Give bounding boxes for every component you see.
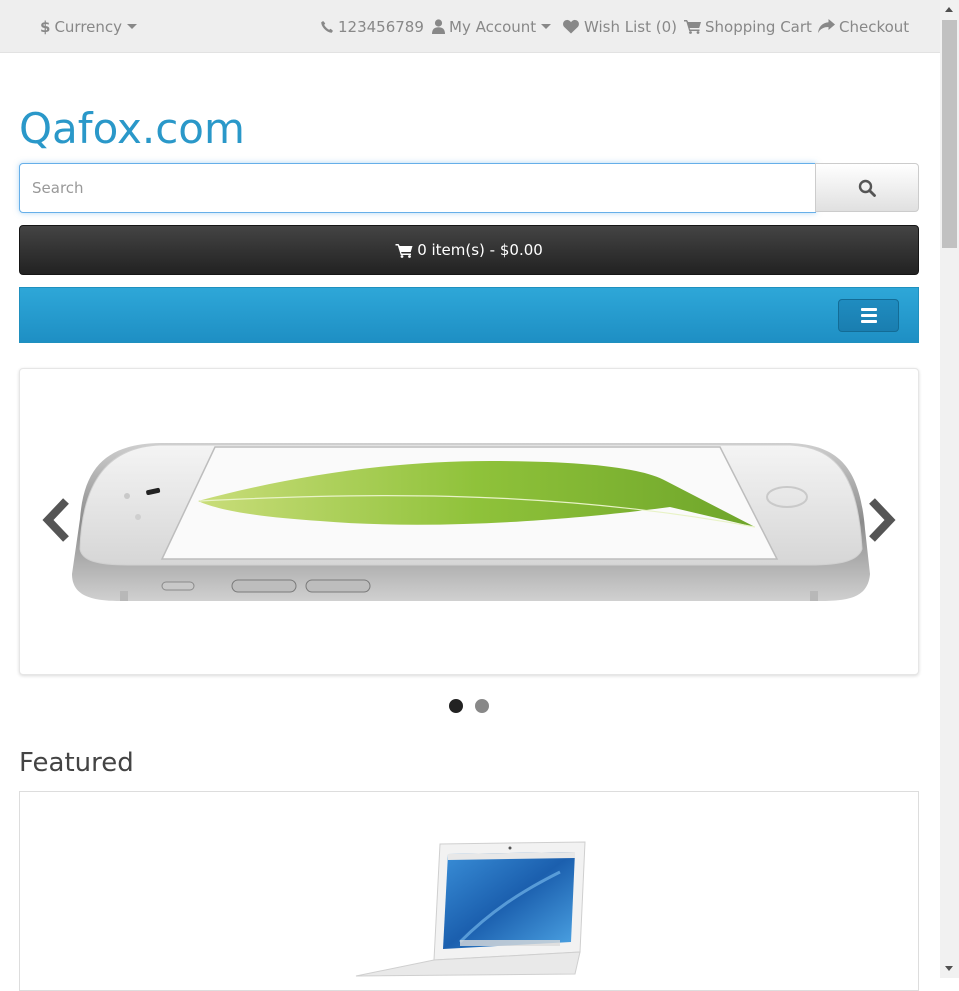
phone-number: 123456789	[338, 17, 424, 36]
chevron-left-icon[interactable]	[38, 497, 72, 543]
scrollbar-thumb[interactable]	[942, 20, 957, 248]
search-input[interactable]	[19, 163, 816, 213]
category-menu-bar	[19, 287, 919, 343]
share-icon	[818, 19, 835, 33]
image-slideshow	[19, 368, 919, 675]
shopping-cart-label: Shopping Cart	[705, 17, 812, 36]
product-image-macbook[interactable]	[20, 792, 920, 982]
cart-icon	[684, 20, 701, 34]
wish-list-link[interactable]: Wish List (0)	[562, 0, 677, 53]
caret-down-icon	[541, 24, 552, 29]
caret-down-icon	[127, 24, 138, 29]
dollar-icon: $	[40, 17, 51, 36]
top-bar: $ Currency 123456789 My Account Wish Lis…	[0, 0, 940, 53]
slider-dot-2[interactable]	[475, 699, 489, 713]
checkout-label: Checkout	[839, 17, 910, 36]
heart-icon	[563, 19, 579, 34]
search-button[interactable]	[815, 163, 919, 212]
scroll-up-arrow-icon[interactable]	[945, 7, 953, 12]
checkout-link[interactable]: Checkout	[818, 0, 909, 53]
wish-list-label: Wish List (0)	[584, 17, 677, 36]
slider-dot-1[interactable]	[449, 699, 463, 713]
phone-link[interactable]: 123456789	[320, 0, 424, 53]
hamburger-icon	[860, 308, 877, 311]
shopping-cart-link[interactable]: Shopping Cart	[684, 0, 812, 53]
cart-icon	[395, 243, 413, 258]
vertical-scrollbar[interactable]	[940, 0, 959, 978]
user-icon	[432, 19, 445, 34]
currency-dropdown[interactable]: $ Currency	[40, 0, 138, 53]
cart-summary-button[interactable]: 0 item(s) - $0.00	[19, 225, 919, 275]
scroll-down-arrow-icon[interactable]	[945, 966, 953, 971]
menu-toggle-button[interactable]	[838, 299, 899, 332]
search-icon	[858, 179, 876, 197]
phone-icon	[321, 20, 333, 33]
product-card[interactable]	[19, 791, 919, 991]
currency-label: Currency	[54, 17, 123, 36]
slide-image-iphone	[72, 443, 870, 601]
cart-summary-label: 0 item(s) - $0.00	[417, 241, 543, 259]
my-account-label: My Account	[449, 17, 537, 36]
my-account-dropdown[interactable]: My Account	[432, 0, 552, 53]
slider-pagination	[449, 699, 489, 713]
chevron-right-icon[interactable]	[866, 497, 900, 543]
featured-heading: Featured	[19, 748, 134, 778]
site-logo[interactable]: Qafox.com	[19, 104, 245, 153]
